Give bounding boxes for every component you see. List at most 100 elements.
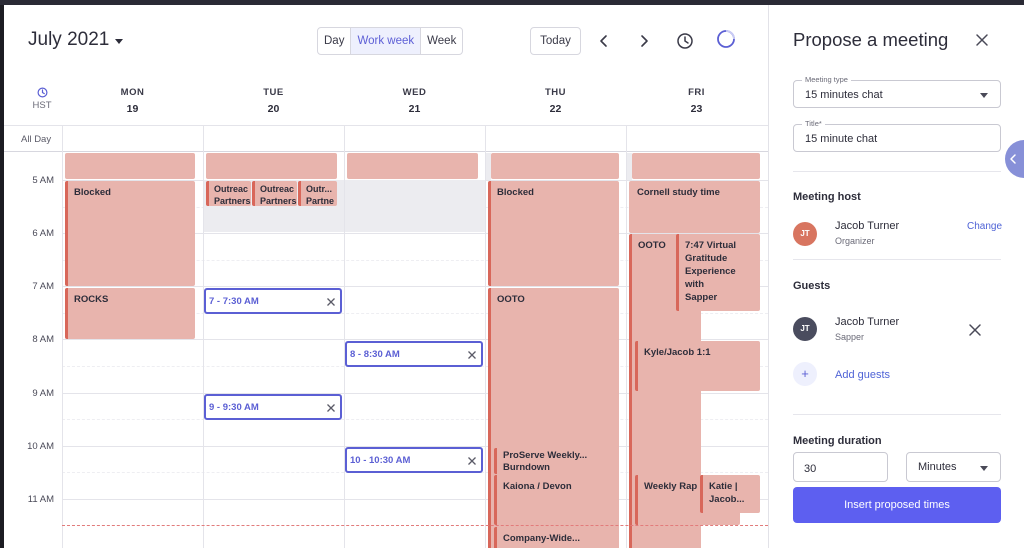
- proposed-slot[interactable]: 9 - 9:30 AM: [204, 394, 342, 420]
- chevron-right-icon: [641, 35, 648, 47]
- event-title: Blocked: [74, 187, 111, 198]
- day-name: THU: [544, 87, 567, 98]
- month-selector[interactable]: July 2021: [28, 29, 124, 51]
- calendar-event[interactable]: [206, 153, 337, 179]
- event-title: Kaiona / Devon: [503, 481, 572, 492]
- hour-label: 5 AM: [32, 175, 54, 186]
- event-kyle-jacob[interactable]: Kyle/Jacob 1:1: [635, 341, 760, 391]
- day-date: 23: [690, 103, 703, 115]
- event-title: Katie |: [709, 481, 738, 492]
- hour-label: 8 AM: [32, 334, 54, 345]
- divider: [793, 171, 1001, 172]
- today-button[interactable]: Today: [530, 27, 581, 55]
- guest-org: Sapper: [835, 332, 865, 342]
- calendar-event[interactable]: [347, 153, 478, 179]
- event-title: Outreac: [214, 184, 249, 194]
- propose-meeting-panel: Propose a meeting Meeting type 15 minute…: [768, 5, 1024, 548]
- event-outreach[interactable]: Outreac Partners: [206, 181, 251, 206]
- event-outreach[interactable]: Outreac Partners: [252, 181, 297, 206]
- event-outreach[interactable]: Outr... Partne: [298, 181, 337, 206]
- close-icon[interactable]: [325, 295, 337, 307]
- close-icon[interactable]: [325, 401, 337, 413]
- all-day-row[interactable]: All Day: [4, 125, 768, 152]
- event-title-line: 7:47 Virtual: [685, 240, 737, 251]
- hour-label: 7 AM: [32, 281, 54, 292]
- view-workweek-button[interactable]: Work week: [351, 28, 422, 54]
- add-guests-button[interactable]: +: [793, 362, 817, 386]
- close-panel-button[interactable]: [974, 32, 990, 48]
- avatar: JT: [793, 222, 817, 246]
- avatar: JT: [793, 317, 817, 341]
- event-title: ROCKS: [74, 294, 109, 305]
- event-blocked-thu[interactable]: Blocked: [488, 181, 619, 286]
- event-proserve[interactable]: ProServe Weekly... Burndown: [494, 448, 619, 474]
- field-value: 15 minute chat: [805, 133, 878, 145]
- event-title: Blocked: [497, 187, 534, 198]
- event-title-line: Experience with: [685, 266, 736, 290]
- day-header-wed: WED 21: [344, 87, 485, 115]
- day-divider: [626, 125, 627, 548]
- field-value: Minutes: [918, 461, 957, 473]
- chevron-left-icon: [600, 35, 607, 47]
- close-icon: [969, 324, 981, 336]
- event-title: OOTO: [497, 294, 525, 305]
- event-title: OOTO: [638, 240, 666, 251]
- insert-proposed-times-button[interactable]: Insert proposed times: [793, 487, 1001, 523]
- next-week-button[interactable]: [635, 32, 653, 50]
- event-cornell-study[interactable]: Cornell study time: [629, 181, 760, 233]
- close-icon[interactable]: [466, 454, 478, 466]
- calendar-event[interactable]: [632, 153, 760, 179]
- prev-week-button[interactable]: [595, 32, 613, 50]
- close-icon[interactable]: [466, 348, 478, 360]
- calendar-event[interactable]: [491, 153, 619, 179]
- side-drawer-toggle[interactable]: [1005, 140, 1024, 178]
- meeting-host-heading: Meeting host: [793, 191, 861, 203]
- day-date: 22: [549, 103, 562, 115]
- day-header-tue: TUE 20: [203, 87, 344, 115]
- time-grid[interactable]: 5 AM 6 AM 7 AM 8 AM 9 AM 10 AM 11 AM Blo…: [4, 125, 768, 548]
- chevron-down-icon: [980, 93, 988, 98]
- add-guests-link[interactable]: Add guests: [835, 369, 890, 381]
- duration-input[interactable]: 30: [793, 452, 888, 482]
- host-name: Jacob Turner: [835, 220, 900, 232]
- event-title-line: Gratitude: [685, 253, 728, 264]
- event-gratitude-experience[interactable]: 7:47 Virtual Gratitude Experience with S…: [676, 234, 760, 311]
- calendar-event[interactable]: [65, 153, 195, 179]
- title-field[interactable]: Title* 15 minute chat: [793, 119, 1001, 152]
- proposed-slot-time: 9 - 9:30 AM: [209, 402, 259, 413]
- proposed-slot-time: 8 - 8:30 AM: [350, 349, 400, 360]
- event-company-wide[interactable]: Company-Wide...: [494, 527, 619, 548]
- proposed-slot[interactable]: 10 - 10:30 AM: [345, 447, 483, 473]
- event-blocked-mon[interactable]: Blocked: [65, 181, 195, 286]
- clock-icon[interactable]: [675, 31, 695, 51]
- event-title-line: Sapper: [685, 292, 718, 303]
- view-day-button[interactable]: Day: [318, 28, 352, 54]
- day-header-thu: THU 22: [485, 87, 626, 115]
- proposed-slot-time: 7 - 7:30 AM: [209, 296, 259, 307]
- event-rocks[interactable]: ROCKS: [65, 288, 195, 339]
- event-title: Kyle/Jacob 1:1: [644, 347, 711, 358]
- duration-unit-select[interactable]: Minutes: [906, 452, 1001, 482]
- field-label: Meeting type: [802, 75, 851, 84]
- view-switcher: Day Work week Week: [317, 27, 464, 55]
- proposed-slot[interactable]: 7 - 7:30 AM: [204, 288, 342, 314]
- meeting-type-select[interactable]: Meeting type 15 minutes chat: [793, 75, 1001, 108]
- panel-title: Propose a meeting: [793, 29, 949, 50]
- event-title: ProServe Weekly...: [503, 450, 588, 461]
- unavailable-block: [345, 180, 485, 232]
- timezone-label: HST: [32, 100, 52, 111]
- day-date: 21: [408, 103, 421, 115]
- hour-label: 11 AM: [27, 494, 54, 505]
- event-subtitle: Burndown: [503, 462, 550, 473]
- host-role: Organizer: [835, 236, 875, 246]
- remove-guest-button[interactable]: [968, 323, 982, 337]
- loading-spinner-icon: [716, 29, 736, 49]
- proposed-slot[interactable]: 8 - 8:30 AM: [345, 341, 483, 367]
- event-kaiona-devon[interactable]: Kaiona / Devon: [494, 475, 619, 525]
- view-week-button[interactable]: Week: [421, 28, 462, 54]
- event-katie-jacob[interactable]: Katie | Jacob...: [700, 475, 760, 513]
- event-title: Outreac: [260, 184, 295, 194]
- change-host-link[interactable]: Change: [967, 221, 1002, 232]
- guests-heading: Guests: [793, 280, 831, 292]
- clock-icon: [36, 87, 48, 98]
